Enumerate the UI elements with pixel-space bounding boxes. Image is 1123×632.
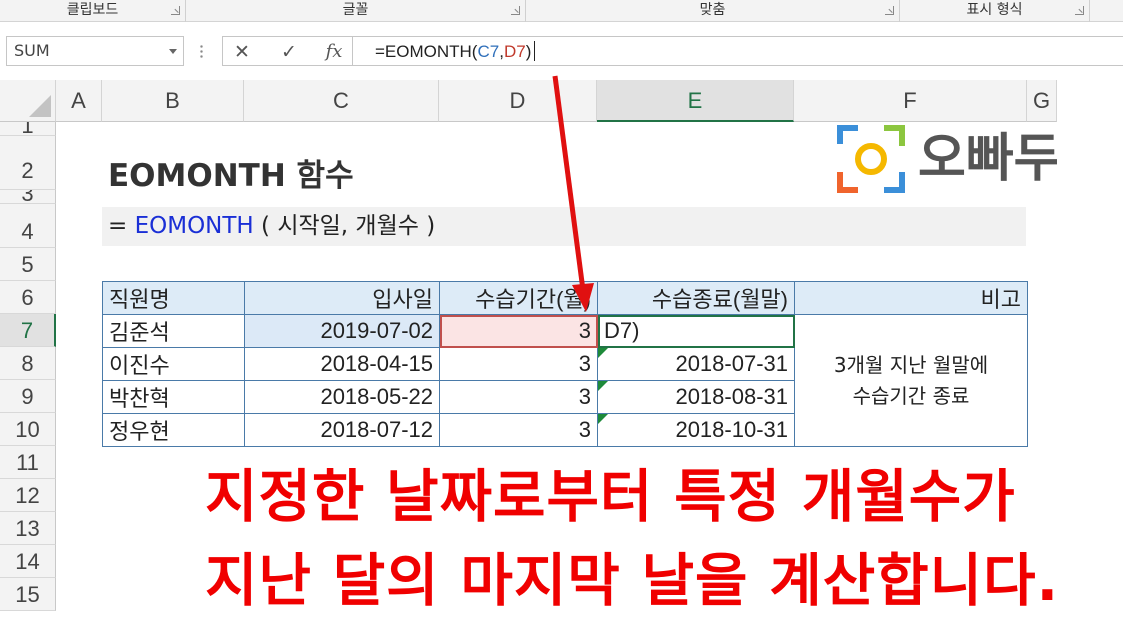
fx-icon[interactable]: fx xyxy=(321,39,347,65)
row-header-10[interactable]: 10 xyxy=(0,413,56,446)
cell-d7[interactable]: 3 xyxy=(439,314,598,348)
name-box[interactable]: SUM xyxy=(6,36,184,66)
caption-line-1: 지정한 날짜로부터 특정 개월수가 xyxy=(205,464,1016,530)
oppadu-logo-icon xyxy=(837,125,905,193)
row-header-1[interactable]: 1 xyxy=(0,122,56,136)
drag-handle-icon[interactable] xyxy=(200,44,203,58)
column-header-b[interactable]: B xyxy=(102,80,244,122)
cell-e9[interactable]: 2018-08-31 xyxy=(597,380,795,414)
column-header-e[interactable]: E xyxy=(597,80,794,122)
note-line-2: 수습기간 종료 xyxy=(852,383,970,408)
syntax-arguments: ( 시작일, 개월수 ) xyxy=(253,213,436,239)
column-header-d[interactable]: D xyxy=(439,80,597,122)
row-header-2[interactable]: 2 xyxy=(0,136,56,190)
data-table: 직원명 입사일 수습기간(월) 수습종료(월말) 비고 김준석 2019-07-… xyxy=(102,281,1028,447)
cell-c7[interactable]: 2019-07-02 xyxy=(244,314,440,348)
cell-b10[interactable]: 정우현 xyxy=(102,413,245,447)
cell-e8[interactable]: 2018-07-31 xyxy=(597,347,795,381)
dialog-launcher-icon[interactable] xyxy=(1075,6,1084,15)
syntax-function-name: EOMONTH xyxy=(134,213,254,239)
row-header-7[interactable]: 7 xyxy=(0,314,56,347)
ribbon-group-label: 맞춤 xyxy=(699,2,726,18)
header-months[interactable]: 수습기간(월) xyxy=(439,281,598,315)
cell-d9[interactable]: 3 xyxy=(439,380,598,414)
sheet-title: EOMONTH 함수 xyxy=(108,158,354,194)
table-row: 김준석 2019-07-02 3 D7) 3개월 지난 월말에 수습기간 종료 xyxy=(102,314,1028,447)
logo-text: 오빠두 xyxy=(918,129,1062,189)
ribbon-group-font: 글꼴 xyxy=(186,0,526,22)
ribbon-group-clipboard: 클립보드 xyxy=(0,0,186,22)
header-note[interactable]: 비고 xyxy=(794,281,1028,315)
row-header-15[interactable]: 15 xyxy=(0,578,56,611)
text-cursor xyxy=(534,41,536,61)
cell-e10[interactable]: 2018-10-31 xyxy=(597,413,795,447)
caption-line-2: 지난 달의 마지막 날을 계산합니다. xyxy=(205,548,1060,614)
formula-prefix: =EOMONTH( xyxy=(375,42,478,61)
row-header-13[interactable]: 13 xyxy=(0,512,56,545)
formula-ref-d7: D7 xyxy=(503,42,526,61)
header-start-date[interactable]: 입사일 xyxy=(244,281,440,315)
cell-c8[interactable]: 2018-04-15 xyxy=(244,347,440,381)
select-all-triangle-icon[interactable] xyxy=(0,80,56,122)
row-header-14[interactable]: 14 xyxy=(0,545,56,578)
dialog-launcher-icon[interactable] xyxy=(171,6,180,15)
table-header-row: 직원명 입사일 수습기간(월) 수습종료(월말) 비고 xyxy=(102,281,1028,315)
dialog-launcher-icon[interactable] xyxy=(511,6,520,15)
cell-e7-active[interactable]: D7) xyxy=(597,314,795,348)
ribbon-group-label: 표시 형식 xyxy=(966,2,1023,18)
chevron-down-icon[interactable] xyxy=(169,49,177,54)
ribbon-group-strip: 클립보드 글꼴 맞춤 표시 형식 xyxy=(0,0,1123,22)
column-header-c[interactable]: C xyxy=(244,80,439,122)
column-header-g[interactable]: G xyxy=(1027,80,1057,122)
formula-buttons: ✕ ✓ fx xyxy=(222,36,353,66)
close-icon[interactable]: ✕ xyxy=(229,39,255,65)
column-header-f[interactable]: F xyxy=(794,80,1027,122)
formula-suffix: ) xyxy=(525,42,532,61)
cell-f7-note[interactable]: 3개월 지난 월말에 수습기간 종료 xyxy=(794,314,1028,447)
ribbon-group-alignment: 맞춤 xyxy=(526,0,900,22)
formula-bar: SUM ✕ ✓ fx =EOMONTH(C7,D7) xyxy=(0,22,1123,80)
ribbon-group-number: 표시 형식 xyxy=(900,0,1090,22)
header-name[interactable]: 직원명 xyxy=(102,281,245,315)
row-header-12[interactable]: 12 xyxy=(0,479,56,512)
row-header-11[interactable]: 11 xyxy=(0,446,56,479)
column-header-a[interactable]: A xyxy=(56,80,102,122)
formula-text[interactable]: =EOMONTH(C7,D7) xyxy=(375,41,536,63)
cell-b9[interactable]: 박찬혁 xyxy=(102,380,245,414)
syntax-prefix: = xyxy=(108,213,135,239)
row-header-4[interactable]: 4 xyxy=(0,204,56,248)
ribbon-group-label: 클립보드 xyxy=(66,2,119,18)
name-box-value: SUM xyxy=(14,41,50,60)
ribbon-group-label: 글꼴 xyxy=(342,2,369,18)
row-header-5[interactable]: 5 xyxy=(0,248,56,281)
sheet-right-area xyxy=(1057,122,1123,632)
dialog-launcher-icon[interactable] xyxy=(885,6,894,15)
cell-b8[interactable]: 이진수 xyxy=(102,347,245,381)
header-end-date[interactable]: 수습종료(월말) xyxy=(597,281,795,315)
row-header-6[interactable]: 6 xyxy=(0,281,56,314)
formula-ref-c7: C7 xyxy=(477,42,500,61)
row-header-8[interactable]: 8 xyxy=(0,347,56,380)
cell-c9[interactable]: 2018-05-22 xyxy=(244,380,440,414)
function-syntax: = EOMONTH ( 시작일, 개월수 ) xyxy=(102,207,1026,246)
cell-b7[interactable]: 김준석 xyxy=(102,314,245,348)
cell-d10[interactable]: 3 xyxy=(439,413,598,447)
row-header-9[interactable]: 9 xyxy=(0,380,56,413)
cell-c10[interactable]: 2018-07-12 xyxy=(244,413,440,447)
note-line-1: 3개월 지난 월말에 xyxy=(833,352,989,377)
row-header-3[interactable]: 3 xyxy=(0,190,56,204)
check-icon[interactable]: ✓ xyxy=(276,39,302,65)
cell-d8[interactable]: 3 xyxy=(439,347,598,381)
